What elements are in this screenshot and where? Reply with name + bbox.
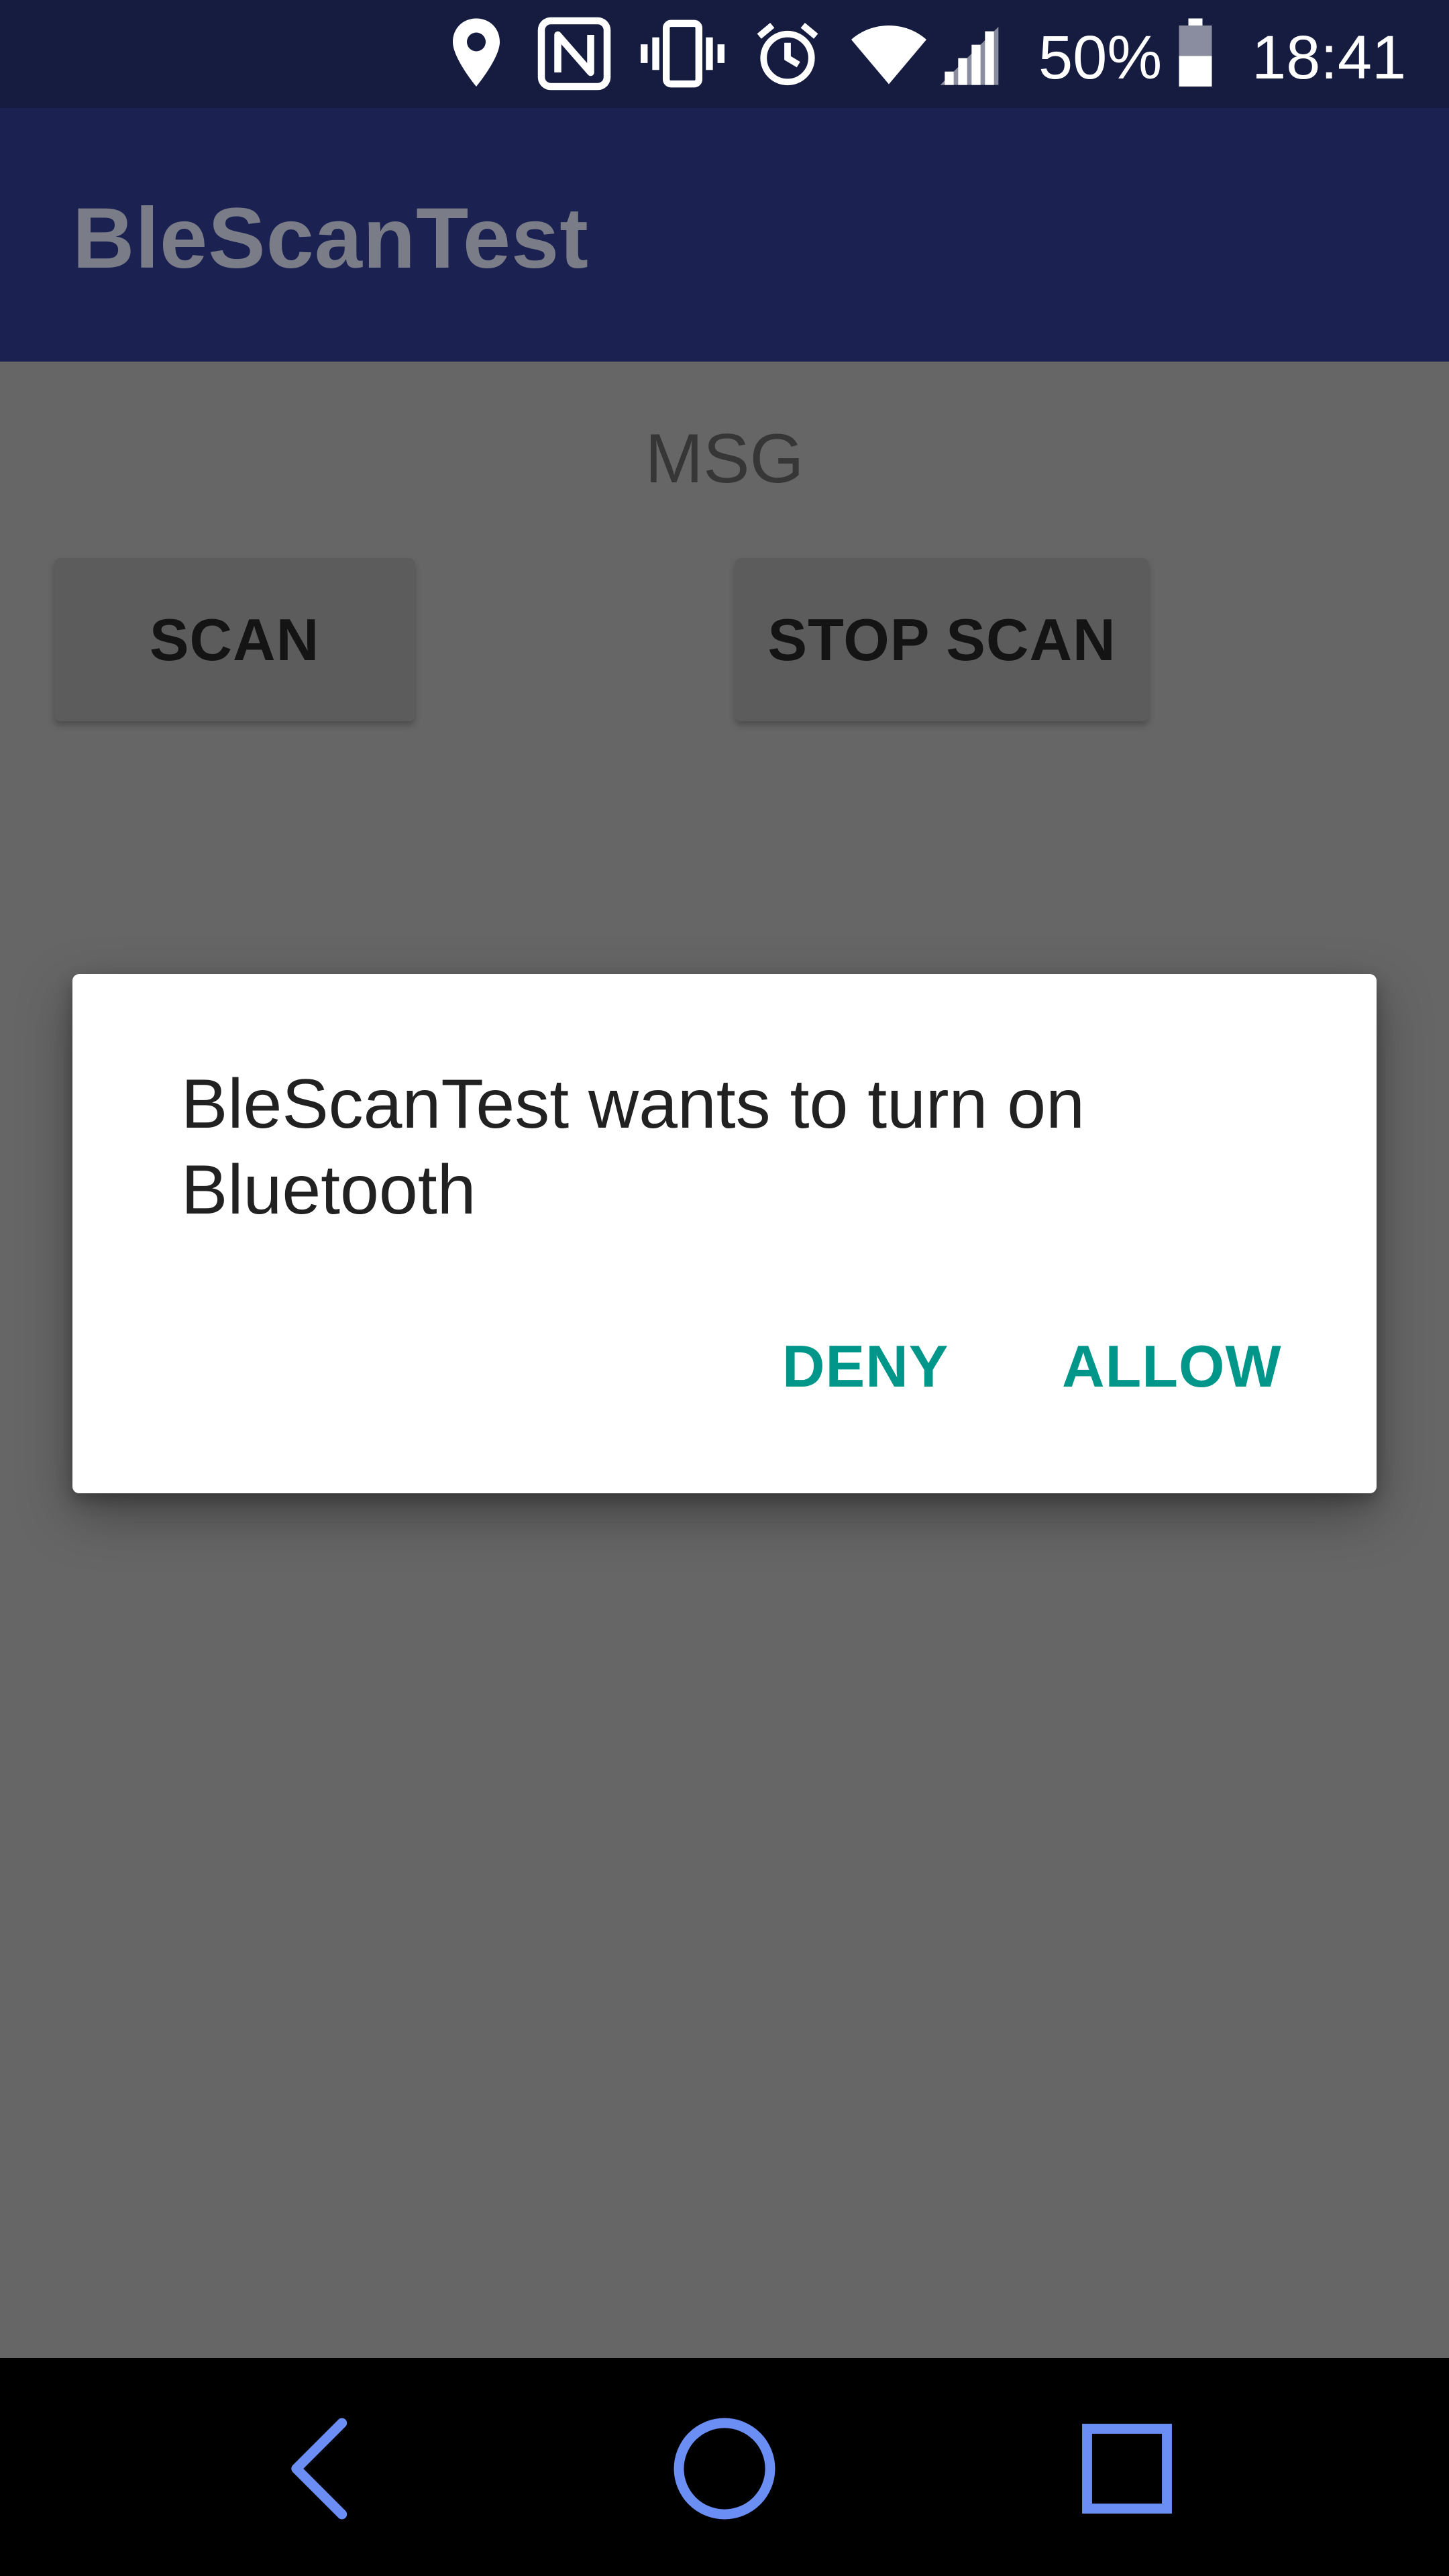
app-title: BleScanTest [72, 191, 589, 286]
alarm-icon [757, 23, 818, 86]
bluetooth-permission-dialog: BleScanTest wants to turn on Bluetooth D… [72, 974, 1377, 1493]
status-message: MSG [645, 420, 804, 498]
home-icon[interactable] [667, 2412, 782, 2526]
deny-button[interactable]: DENY [782, 1330, 949, 1403]
battery-icon [1179, 18, 1212, 87]
cell-signal-icon [940, 27, 999, 85]
back-icon[interactable] [265, 2412, 379, 2526]
dialog-message: BleScanTest wants to turn on Bluetooth [181, 1065, 1085, 1229]
allow-button[interactable]: ALLOW [1062, 1330, 1282, 1403]
location-icon [453, 18, 500, 87]
app-bar: BleScanTest [0, 108, 1449, 362]
navigation-bar [0, 2358, 1449, 2576]
wifi-icon [851, 25, 926, 85]
clock-time: 18:41 [1252, 23, 1407, 92]
battery-percent: 50% [1038, 23, 1163, 92]
nfc-icon [537, 17, 611, 91]
scan-button[interactable]: SCAN [54, 558, 415, 721]
status-bar: 50% 18:41 [0, 0, 1449, 108]
stop-scan-button[interactable]: STOP SCAN [735, 558, 1148, 721]
recents-icon[interactable] [1070, 2412, 1184, 2526]
vibrate-icon [641, 19, 724, 88]
